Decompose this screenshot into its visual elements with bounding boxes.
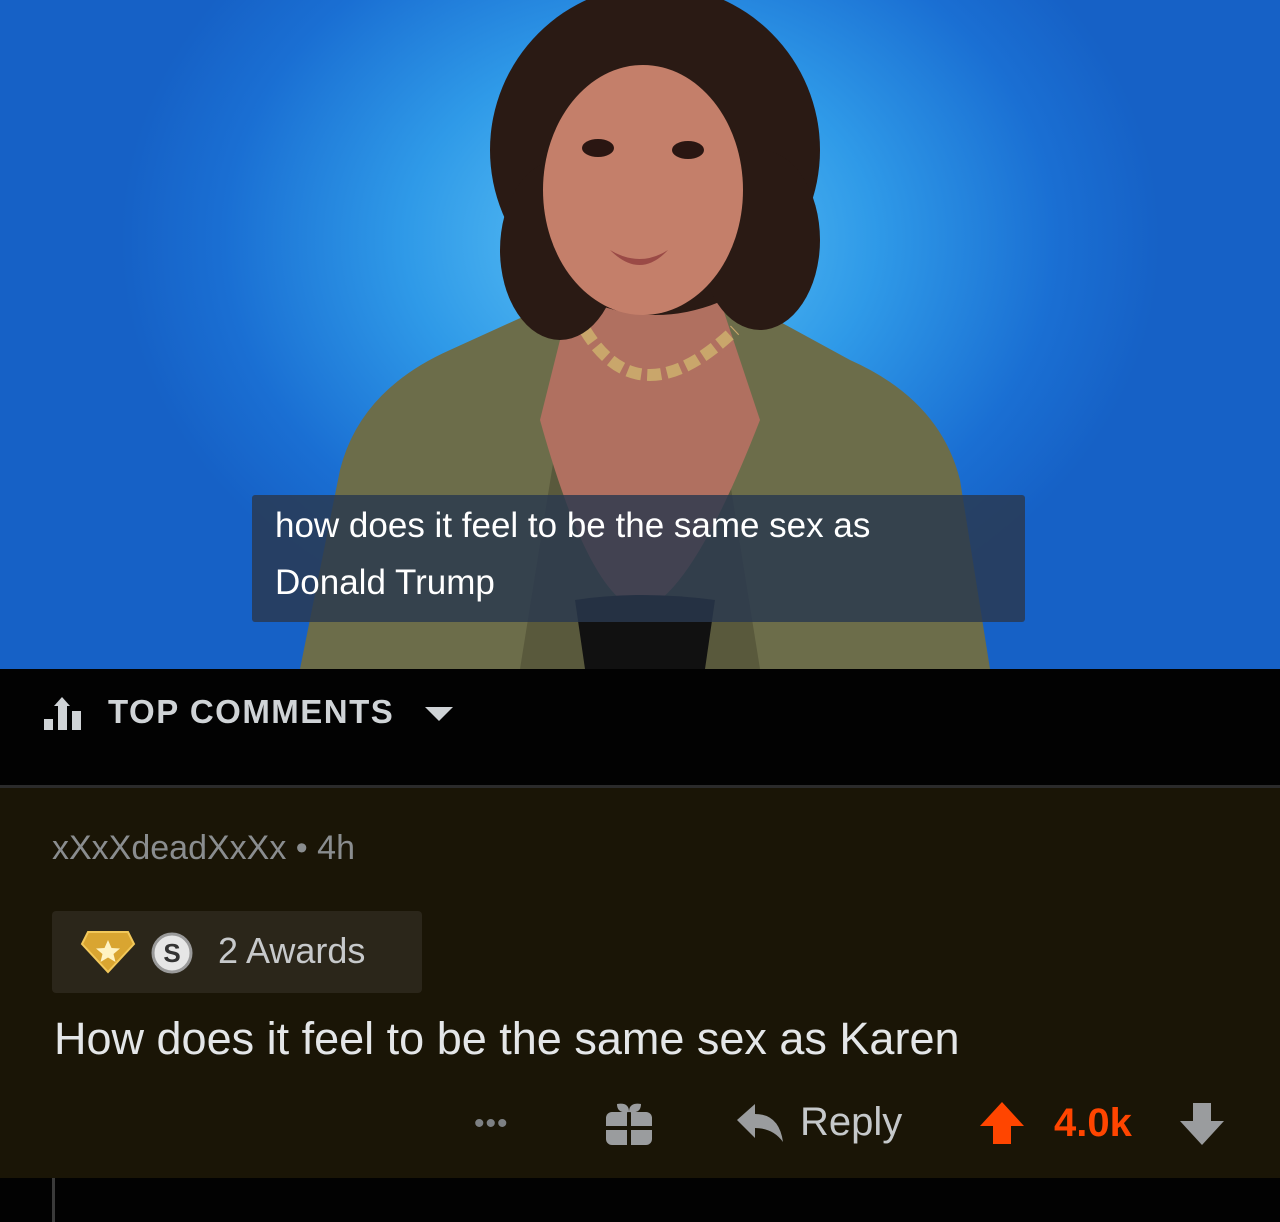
sort-bars-icon [44,697,81,730]
chevron-down-icon[interactable] [425,707,453,721]
gift-icon[interactable] [603,1102,655,1148]
reply-button[interactable]: Reply [800,1100,902,1145]
upvote-arrow-icon[interactable] [978,1100,1026,1146]
downvote-arrow-icon[interactable] [1178,1101,1226,1147]
caption-line-2: Donald Trump [275,563,495,602]
vote-score: 4.0k [1054,1101,1132,1145]
video-caption: how does it feel to be the same sex as D… [252,495,1025,622]
comment-body: How does it feel to be the same sex as K… [54,1013,960,1064]
svg-text:S: S [163,938,180,968]
reply-icon[interactable] [735,1102,785,1148]
video-still[interactable]: how does it feel to be the same sex as D… [0,0,1280,669]
next-comment-area [0,1178,1280,1222]
caption-line-1: how does it feel to be the same sex as [275,506,871,545]
sort-label[interactable]: TOP COMMENTS [108,693,394,731]
comment-age: 4h [317,829,355,867]
awards-count: 2 Awards [218,930,366,971]
comment-author[interactable]: xXxXdeadXxXx [52,829,286,867]
more-options-button[interactable]: ••• [474,1109,509,1139]
meta-separator: • [286,829,318,867]
silver-award-icon: S [151,932,193,974]
gold-award-icon [80,931,136,974]
thread-line[interactable] [52,1178,55,1222]
comment-meta: xXxXdeadXxXx • 4h [52,829,355,868]
